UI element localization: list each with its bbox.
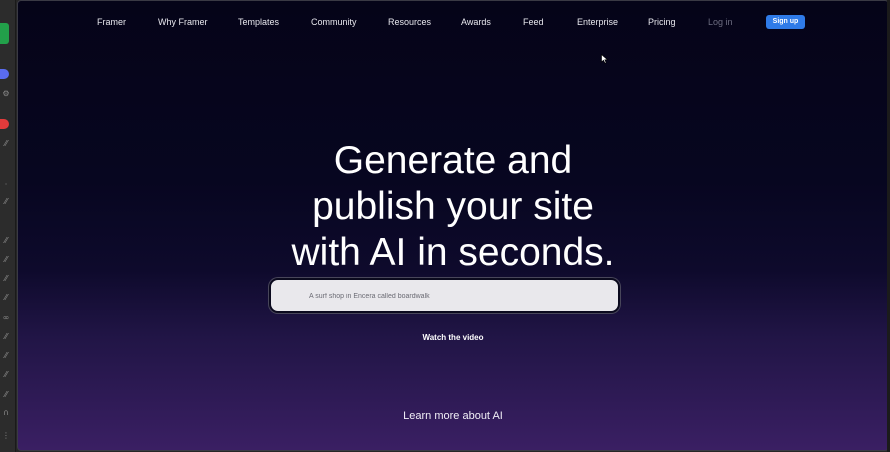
signup-button[interactable]: Sign up bbox=[766, 15, 805, 29]
link-icon[interactable]: ⁄⁄ bbox=[0, 370, 12, 380]
hero-headline-line: publish your site bbox=[312, 185, 594, 228]
editor-left-toolbar: ⚙ ⁄⁄ · ⁄⁄ ⁄⁄ ⁄⁄ ⁄⁄ ⁄⁄ ∞ ⁄⁄ ⁄⁄ ⁄⁄ ⁄⁄ ∩ ⋮ bbox=[0, 0, 16, 452]
nav-item-enterprise[interactable]: Enterprise bbox=[577, 15, 618, 29]
framer-homepage-preview: Framer Why Framer Templates Community Re… bbox=[17, 0, 889, 451]
hero-headline-line: with AI in seconds. bbox=[291, 231, 615, 274]
settings-small-icon[interactable]: ⋮ bbox=[0, 431, 12, 441]
dot-icon: · bbox=[4, 180, 8, 189]
link-icon[interactable]: ⁄⁄ bbox=[0, 293, 12, 303]
nav-item-templates[interactable]: Templates bbox=[238, 15, 279, 29]
hero-headline-line: Generate and bbox=[333, 139, 573, 182]
link-icon[interactable]: ⁄⁄ bbox=[0, 351, 12, 361]
watch-video-link[interactable]: Watch the video bbox=[18, 332, 888, 344]
link-icon[interactable]: ⁄⁄ bbox=[0, 332, 12, 342]
nav-item-feed[interactable]: Feed bbox=[523, 15, 544, 29]
notification-badge[interactable] bbox=[0, 69, 9, 79]
nav-item-why-framer[interactable]: Why Framer bbox=[158, 15, 208, 29]
headphones-icon[interactable]: ∩ bbox=[0, 408, 12, 418]
nav-item-framer[interactable]: Framer bbox=[97, 15, 126, 29]
link-icon[interactable]: ⁄⁄ bbox=[0, 139, 12, 149]
link-icon[interactable]: ⁄⁄ bbox=[0, 390, 12, 400]
mouse-cursor-icon bbox=[601, 54, 609, 64]
nav-item-resources[interactable]: Resources bbox=[388, 15, 431, 29]
learn-more-ai-link[interactable]: Learn more about AI bbox=[18, 409, 888, 423]
nav-item-community[interactable]: Community bbox=[311, 15, 357, 29]
hero-headline: Generate and publish your site with AI i… bbox=[18, 138, 888, 276]
live-badge[interactable] bbox=[0, 119, 9, 129]
more-icon[interactable]: ∞ bbox=[0, 313, 12, 323]
link-icon[interactable]: ⁄⁄ bbox=[0, 274, 12, 284]
run-button[interactable] bbox=[0, 23, 9, 44]
ai-prompt-box[interactable] bbox=[269, 278, 620, 313]
link-icon[interactable]: ⁄⁄ bbox=[0, 255, 12, 265]
link-icon[interactable]: ⁄⁄ bbox=[0, 197, 12, 207]
link-icon[interactable]: ⁄⁄ bbox=[0, 236, 12, 246]
nav-item-awards[interactable]: Awards bbox=[461, 15, 491, 29]
login-link[interactable]: Log in bbox=[708, 15, 733, 29]
ai-prompt-input[interactable] bbox=[309, 289, 609, 303]
gear-icon[interactable]: ⚙ bbox=[0, 89, 12, 99]
top-navigation: Framer Why Framer Templates Community Re… bbox=[18, 15, 888, 29]
nav-item-pricing[interactable]: Pricing bbox=[648, 15, 676, 29]
screen: ⚙ ⁄⁄ · ⁄⁄ ⁄⁄ ⁄⁄ ⁄⁄ ⁄⁄ ∞ ⁄⁄ ⁄⁄ ⁄⁄ ⁄⁄ ∩ ⋮ … bbox=[0, 0, 890, 452]
